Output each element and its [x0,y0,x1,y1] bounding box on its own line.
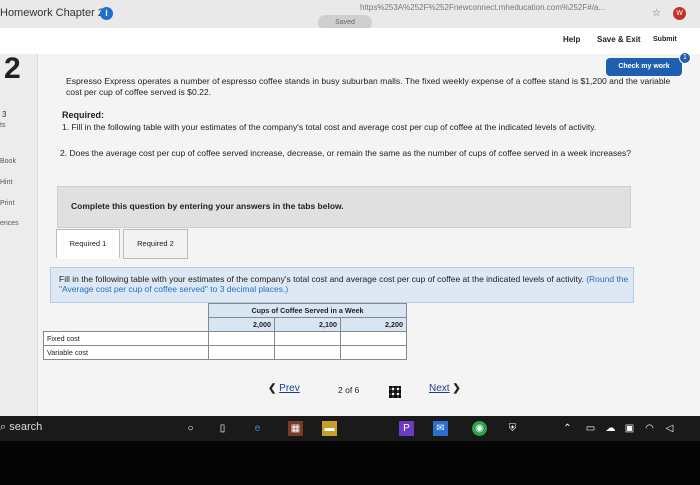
chrome-icon[interactable]: ◉ [472,421,487,436]
requirement-2-text: 2. Does the average cost per cup of coff… [60,148,631,158]
table-row: Variable cost [43,345,407,360]
save-exit-button[interactable]: Save & Exit [597,35,641,44]
chevron-left-icon: ❮ [268,383,277,394]
gift-icon[interactable]: ▦ [288,421,303,436]
sidebar-item-references[interactable]: ences [0,220,19,227]
column-header-2000: 2,000 [208,317,275,332]
tab-instructions: Fill in the following table with your es… [59,274,629,294]
prev-label: Prev [279,383,300,394]
instructions-box: Complete this question by entering your … [57,186,631,228]
table-group-header: Cups of Coffee Served in a Week [208,303,407,318]
tray-chevron-icon[interactable]: ⌃ [560,421,575,436]
chevron-right-icon: ❯ [452,383,461,394]
taskbar: ⌕ search ○ ▯ e ▦ ▬ P ✉ ◉ ⛨ ⌃ ▭ ☁ ▣ ◠ ◁ [0,416,700,441]
submit-button[interactable]: Submit [653,36,677,43]
fixed-cost-2000-input[interactable] [208,331,275,346]
info-icon[interactable]: i [100,7,113,20]
next-label: Next [429,383,450,394]
bookmark-star-icon[interactable]: ☆ [652,8,661,19]
screen: Homework Chapter 2 i https%253A%252F%252… [0,0,700,485]
column-header-2200: 2,200 [340,317,407,332]
battery-icon: ▭ [585,423,596,434]
address-bar-url[interactable]: https%253A%252F%252Fnewconnect.mheducati… [360,3,605,12]
fixed-cost-2100-input[interactable] [274,331,341,346]
taskbar-search[interactable]: ⌕ search [0,421,42,434]
tab-instructions-box: Fill in the following table with your es… [50,267,634,303]
row-label-variable-cost: Variable cost [43,345,209,360]
tab-instructions-text: Fill in the following table with your es… [59,274,584,284]
sidebar-item-hint[interactable]: Hint [0,179,12,186]
fixed-cost-2200-input[interactable] [340,331,407,346]
sidebar-item-print[interactable]: Print [0,200,14,207]
volume-icon[interactable]: ◁ [662,421,677,436]
column-header-2100: 2,100 [274,317,341,332]
next-button[interactable]: Next ❯ [429,383,479,394]
extension-icon[interactable]: W [673,7,686,20]
sidebar-item-book[interactable]: Book [0,158,16,165]
taskbar-search-label: search [9,421,43,433]
browser-tab-title[interactable]: Homework Chapter 2 [0,7,104,19]
row-label-fixed-cost: Fixed cost [43,331,209,346]
question-grid-icon[interactable] [389,386,401,398]
table-row: Fixed cost [43,331,407,346]
table-column-header-row: 2,000 2,100 2,200 [44,317,407,332]
wifi-icon[interactable]: ◠ [642,421,657,436]
table-corner-cell [44,304,209,318]
tab-required-1[interactable]: Required 1 [56,229,120,259]
explorer-icon[interactable]: ▬ [322,421,337,436]
question-intro: Espresso Express operates a number of es… [66,76,671,97]
question-sidebar: 3 ts Book Hint Print ences [0,54,38,416]
points-unit-label: ts [0,122,6,129]
network-icon[interactable]: ▣ [622,421,637,436]
task-view-icon[interactable]: ▯ [215,421,230,436]
variable-cost-2200-input[interactable] [340,345,407,360]
desk-area [0,441,700,485]
points-value: 3 [2,110,7,119]
question-number: 2 [4,52,21,85]
cortana-icon[interactable]: ○ [183,421,198,436]
required-heading: Required: [62,110,105,120]
instructions-text: Complete this question by entering your … [71,201,344,211]
shield-icon[interactable]: ⛨ [505,421,520,436]
help-button[interactable]: Help [563,35,580,44]
cloud-icon: ☁ [605,423,616,434]
prev-button[interactable]: ❮ Prev [268,383,320,394]
requirement-1-text: 1. Fill in the following table with your… [62,122,597,132]
check-attempts-badge: 1 [679,52,691,64]
table-corner-cell [44,318,209,332]
variable-cost-2000-input[interactable] [208,345,275,360]
edge-icon[interactable]: e [250,421,265,436]
app-header: Help Save & Exit Submit [0,28,700,54]
cost-table: Cups of Coffee Served in a Week 2,000 2,… [43,303,407,360]
table-header-row: Cups of Coffee Served in a Week [44,303,407,318]
variable-cost-2100-input[interactable] [274,345,341,360]
app-p-icon[interactable]: P [399,421,414,436]
app-mail-icon[interactable]: ✉ [433,421,448,436]
page-indicator: 2 of 6 [338,385,360,395]
tab-required-2[interactable]: Required 2 [123,229,188,259]
check-my-work-button[interactable]: Check my work [606,58,682,76]
